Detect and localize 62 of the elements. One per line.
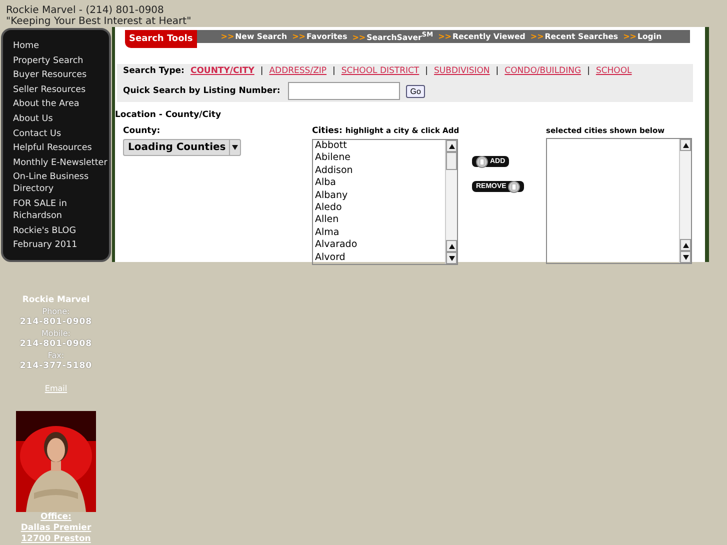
agent-name: Rockie Marvel bbox=[22, 295, 90, 306]
down-arrow-icon[interactable] bbox=[448, 256, 454, 260]
cities-list[interactable]: Abbott Abilene Addison Alba Albany Aledo Allen Alma Alvarado Alvord bbox=[312, 139, 458, 265]
listing-number-field[interactable] bbox=[288, 82, 400, 100]
search-type-link[interactable]: SCHOOL DISTRICT bbox=[341, 66, 420, 76]
quick-search-label: Quick Search by Listing Number: bbox=[123, 86, 280, 96]
sidebar-item[interactable]: About Us bbox=[13, 112, 109, 125]
sidebar-item[interactable]: Helpful Resources bbox=[13, 142, 109, 154]
city-option[interactable]: Aledo bbox=[313, 202, 445, 214]
city-option[interactable]: Alvord bbox=[313, 252, 445, 264]
agent-name-line: Rockie Marvel - (214) 801-0908 bbox=[6, 5, 164, 16]
phone-number: 214-377-5180 bbox=[20, 361, 92, 372]
search-type-link[interactable]: CONDO/BUILDING bbox=[504, 66, 582, 76]
up-arrow-icon[interactable] bbox=[682, 242, 688, 248]
section-title: Location - County/City bbox=[115, 110, 222, 120]
sidebar-item[interactable]: Contact Us bbox=[13, 128, 109, 140]
city-option[interactable]: Alba bbox=[313, 177, 445, 190]
contact-label: Fax: bbox=[48, 350, 64, 361]
sidebar-item[interactable]: About the Area bbox=[13, 98, 109, 110]
sidebar-item[interactable]: Property Search bbox=[13, 54, 109, 67]
down-arrow-icon[interactable] bbox=[232, 145, 238, 150]
sidebar-item[interactable]: Home bbox=[13, 40, 109, 52]
scroll-thumb[interactable] bbox=[446, 152, 457, 170]
go-button[interactable]: Go bbox=[406, 84, 425, 98]
up-arrow-icon[interactable] bbox=[448, 244, 454, 248]
scrollbar[interactable] bbox=[679, 139, 691, 263]
phone-number: 214-801-0908 bbox=[20, 339, 92, 350]
search-tools-tab[interactable]: Search Tools bbox=[125, 30, 197, 48]
search-type-label: Search Type: bbox=[123, 66, 184, 76]
separator: | bbox=[260, 66, 264, 76]
search-type-link[interactable]: COUNTY/CITY bbox=[190, 66, 254, 76]
city-option[interactable]: Abbott bbox=[313, 140, 445, 152]
search-type-link[interactable]: ADDRESS/ZIP bbox=[269, 66, 327, 76]
up-arrow-icon[interactable] bbox=[682, 142, 688, 148]
separator: | bbox=[425, 66, 428, 76]
city-option[interactable]: Albany bbox=[313, 190, 445, 202]
scrollbar[interactable] bbox=[445, 140, 457, 264]
contact-label: Mobile: bbox=[42, 328, 70, 339]
tagline: "Keeping Your Best Interest at Heart" bbox=[6, 16, 192, 27]
city-option[interactable]: Alma bbox=[313, 226, 445, 240]
sidebar-item[interactable]: Monthly E-Newsletter bbox=[13, 156, 109, 169]
up-arrow-icon[interactable] bbox=[448, 144, 454, 148]
county-dropdown[interactable]: Loading Counties bbox=[123, 139, 241, 156]
separator: | bbox=[496, 66, 499, 76]
contact-label: Phone: bbox=[42, 306, 70, 317]
search-type-link[interactable]: SCHOOL bbox=[596, 66, 632, 76]
sidebar-item[interactable]: Seller Resources bbox=[13, 84, 109, 96]
sidebar-item[interactable]: FOR SALE in Richardson bbox=[13, 198, 109, 222]
city-option[interactable]: Abilene bbox=[313, 152, 445, 165]
down-arrow-icon[interactable] bbox=[682, 254, 688, 260]
search-type-link[interactable]: SUBDIVISION bbox=[434, 66, 490, 76]
sidebar-item[interactable]: Rockie's BLOG bbox=[13, 224, 109, 237]
separator: | bbox=[332, 66, 336, 76]
city-option[interactable]: Alvarado bbox=[313, 239, 445, 252]
sidebar-item[interactable]: On-Line Business Directory bbox=[13, 171, 109, 196]
phone-number: 214-801-0908 bbox=[20, 317, 92, 328]
separator: | bbox=[587, 66, 590, 76]
city-option[interactable]: Allen bbox=[313, 214, 445, 227]
sidebar-item[interactable]: February 2011 bbox=[13, 239, 109, 252]
city-option[interactable]: Addison bbox=[313, 164, 445, 178]
county-label: County: bbox=[123, 126, 162, 136]
sidebar-item[interactable]: Buyer Resources bbox=[13, 69, 109, 82]
